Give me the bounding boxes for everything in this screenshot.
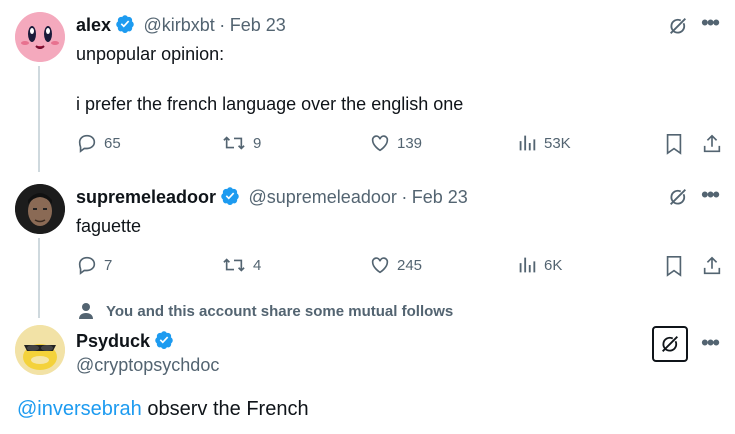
thread-connector (38, 238, 40, 318)
handle[interactable]: @supremeleadoor (249, 187, 397, 207)
separator-dot: · (219, 15, 226, 35)
display-name[interactable]: alex (76, 15, 111, 35)
tweet-text: @inversebrah observ the French (17, 398, 309, 421)
grok-icon[interactable] (666, 14, 690, 38)
display-name[interactable]: Psyduck (76, 331, 150, 351)
separator-dot: · (401, 187, 408, 207)
repost-button[interactable]: 9 (221, 132, 261, 154)
more-options-icon[interactable]: ••• (701, 184, 720, 206)
avatar[interactable] (15, 184, 65, 234)
mutual-follows-text: You and this account share some mutual f… (106, 302, 454, 320)
reply-button[interactable]: 7 (76, 254, 112, 276)
like-count: 245 (397, 256, 423, 274)
tweet-text: unpopular opinion: i prefer the french l… (76, 44, 464, 114)
reply-count: 65 (104, 134, 121, 152)
handle[interactable]: @kirbxbt (144, 15, 215, 35)
verified-badge-icon (220, 186, 240, 211)
verified-badge-icon (154, 330, 174, 355)
more-options-icon[interactable]: ••• (701, 12, 720, 34)
mention-link[interactable]: @inversebrah (17, 398, 142, 420)
views-button[interactable]: 6K (516, 254, 562, 276)
person-icon (79, 303, 93, 319)
grok-icon[interactable] (666, 185, 690, 209)
verified-badge-icon (115, 14, 135, 39)
repost-count: 4 (253, 256, 262, 274)
views-button[interactable]: 53K (516, 132, 571, 154)
repost-button[interactable]: 4 (221, 254, 261, 276)
view-count: 53K (544, 134, 571, 152)
heart-icon (371, 135, 389, 152)
bookmark-icon[interactable] (662, 254, 686, 278)
timestamp[interactable]: Feb 23 (412, 187, 468, 207)
avatar[interactable] (15, 12, 65, 62)
share-icon[interactable] (700, 254, 724, 278)
handle[interactable]: @cryptopsychdoc (76, 355, 219, 376)
analytics-icon (519, 135, 536, 151)
tweet-text: faguette (76, 216, 142, 236)
tweet-body: observ the French (141, 398, 309, 420)
grok-icon[interactable] (652, 326, 688, 362)
share-icon[interactable] (700, 132, 724, 156)
heart-icon (371, 257, 389, 274)
reply-icon (78, 134, 96, 153)
like-button[interactable]: 139 (369, 132, 422, 154)
display-name[interactable]: supremeleadoor (76, 187, 216, 207)
like-count: 139 (397, 134, 423, 152)
avatar[interactable] (15, 325, 65, 375)
more-options-icon[interactable]: ••• (701, 332, 720, 354)
repost-icon (223, 136, 245, 150)
thread-connector (38, 66, 40, 172)
mutual-follows-notice: You and this account share some mutual f… (78, 302, 453, 320)
reply-button[interactable]: 65 (76, 132, 121, 154)
analytics-icon (519, 257, 536, 273)
like-button[interactable]: 245 (369, 254, 422, 276)
timestamp[interactable]: Feb 23 (230, 15, 286, 35)
reply-icon (78, 256, 96, 275)
repost-icon (223, 258, 245, 272)
view-count: 6K (544, 256, 563, 274)
bookmark-icon[interactable] (662, 132, 686, 156)
reply-count: 7 (104, 256, 113, 274)
repost-count: 9 (253, 134, 262, 152)
